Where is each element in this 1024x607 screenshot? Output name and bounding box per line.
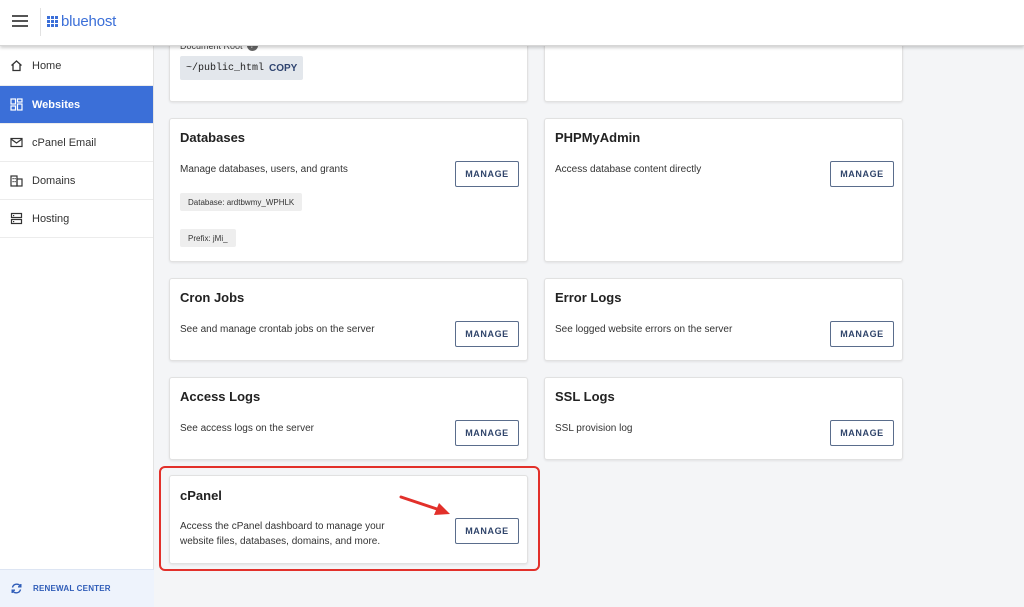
home-icon [10,59,23,72]
sidebar-item-label: Home [32,59,62,72]
sidebar-item-label: Websites [32,98,81,111]
card-description: See logged website errors on the server [555,324,733,335]
renewal-center-label: RENEWAL CENTER [33,584,111,593]
sidebar-item-label: cPanel Email [32,136,97,149]
divider [40,8,41,36]
phpmyadmin-manage-button[interactable]: MANAGE [830,161,894,187]
database-tag: Database: ardtbwmy_WPHLK [180,193,303,211]
card-description: See and manage crontab jobs on the serve… [180,324,375,335]
cron-jobs-card: Cron Jobs See and manage crontab jobs on… [169,278,528,361]
menu-icon[interactable] [12,15,28,27]
renewal-icon [10,582,23,595]
highlight-box [159,466,540,571]
ssl-logs-card: SSL Logs SSL provision log MANAGE [544,377,903,460]
card-title: Error Logs [555,290,622,305]
card-description: See access logs on the server [180,423,314,434]
cron-jobs-manage-button[interactable]: MANAGE [455,321,519,347]
bluehost-grid-icon [47,16,58,27]
sidebar-item-home[interactable]: Home [0,46,153,86]
brand-name: bluehost [61,13,117,30]
phpmyadmin-card: PHPMyAdmin Access database content direc… [544,118,903,262]
prefix-tag: Prefix: jMi_ [180,229,236,247]
domains-icon [10,174,23,187]
ssl-logs-manage-button[interactable]: MANAGE [830,420,894,446]
card-title: PHPMyAdmin [555,130,641,145]
card-description: Access database content directly [555,164,702,175]
brand-logo[interactable]: bluehost [47,13,116,30]
error-logs-card: Error Logs See logged website errors on … [544,278,903,361]
email-icon [10,136,23,149]
card-title: Cron Jobs [180,290,245,305]
sidebar-item-cpanel-email[interactable]: cPanel Email [0,124,153,162]
card-title: Access Logs [180,389,261,404]
databases-card: Databases Manage databases, users, and g… [169,118,528,262]
access-logs-card: Access Logs See access logs on the serve… [169,377,528,460]
copy-button[interactable]: COPY [269,63,297,74]
sidebar: Home Websites cPanel Email Domains Hosti… [0,46,154,607]
sidebar-item-websites[interactable]: Websites [0,86,153,124]
error-logs-manage-button[interactable]: MANAGE [830,321,894,347]
card-title: SSL Logs [555,389,615,404]
databases-manage-button[interactable]: MANAGE [455,161,519,187]
card-title: Databases [180,130,246,145]
top-bar: bluehost [0,0,1024,46]
card-description: Manage databases, users, and grants [180,164,348,175]
arrow-icon [399,495,450,515]
access-logs-manage-button[interactable]: MANAGE [455,420,519,446]
sidebar-item-hosting[interactable]: Hosting [0,200,153,238]
sidebar-item-label: Domains [32,174,76,187]
sidebar-item-label: Hosting [32,212,70,225]
websites-icon [10,98,23,111]
card-description: SSL provision log [555,423,633,434]
renewal-center-link[interactable]: RENEWAL CENTER [0,569,154,607]
document-root-path: ~/public_html COPY [180,56,304,80]
hosting-icon [10,212,23,225]
sidebar-item-domains[interactable]: Domains [0,162,153,200]
